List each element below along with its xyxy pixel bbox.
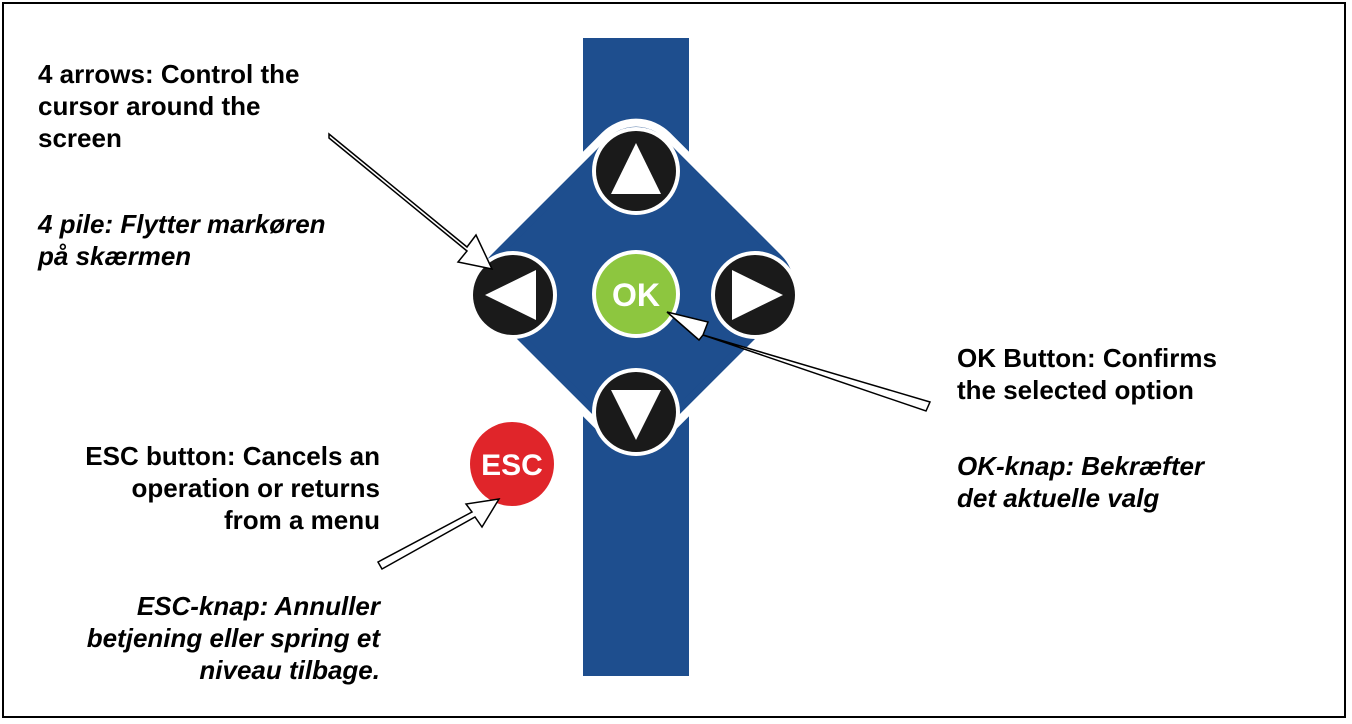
esc-da-line-3: niveau tilbage. — [199, 655, 380, 685]
arrows-da-line-2: på skærmen — [38, 241, 192, 271]
esc-description-da: ESC-knap: Annuller betjening eller sprin… — [0, 590, 380, 686]
up-button[interactable] — [592, 127, 680, 215]
esc-description-en: ESC button: Cancels an operation or retu… — [0, 440, 380, 536]
esc-en-line-3: from a menu — [223, 505, 380, 535]
arrows-en-line-2: cursor around the — [38, 91, 261, 121]
arrows-en-line-1: 4 arrows: Control the — [38, 59, 300, 89]
esc-en-line-1: ESC button: Cancels an — [85, 441, 380, 471]
esc-callout-pointer — [376, 498, 501, 571]
ok-button[interactable]: OK — [592, 250, 680, 338]
ok-description-en: OK Button: Confirms the selected option — [957, 342, 1217, 406]
esc-en-line-2: operation or returns — [131, 473, 380, 503]
arrows-description-da: 4 pile: Flytter markøren på skærmen — [38, 208, 326, 272]
esc-button[interactable]: ESC — [470, 422, 554, 506]
esc-da-line-2: betjening eller spring et — [86, 623, 380, 653]
ok-da-line-2: det aktuelle valg — [957, 483, 1160, 513]
esc-da-line-1: ESC-knap: Annuller — [136, 591, 380, 621]
down-button[interactable] — [592, 368, 680, 456]
ok-button-label: OK — [612, 277, 660, 313]
esc-button-label: ESC — [481, 449, 543, 482]
ok-en-line-1: OK Button: Confirms — [957, 343, 1217, 373]
ok-da-line-1: OK-knap: Bekræfter — [957, 451, 1205, 481]
right-button[interactable] — [711, 251, 799, 339]
arrows-callout-pointer — [328, 132, 494, 271]
arrows-da-line-1: 4 pile: Flytter markøren — [38, 209, 326, 239]
ok-en-line-2: the selected option — [957, 375, 1194, 405]
arrows-description-en: 4 arrows: Control the cursor around the … — [38, 58, 299, 154]
ok-description-da: OK-knap: Bekræfter det aktuelle valg — [957, 450, 1204, 514]
arrows-en-line-3: screen — [38, 123, 122, 153]
